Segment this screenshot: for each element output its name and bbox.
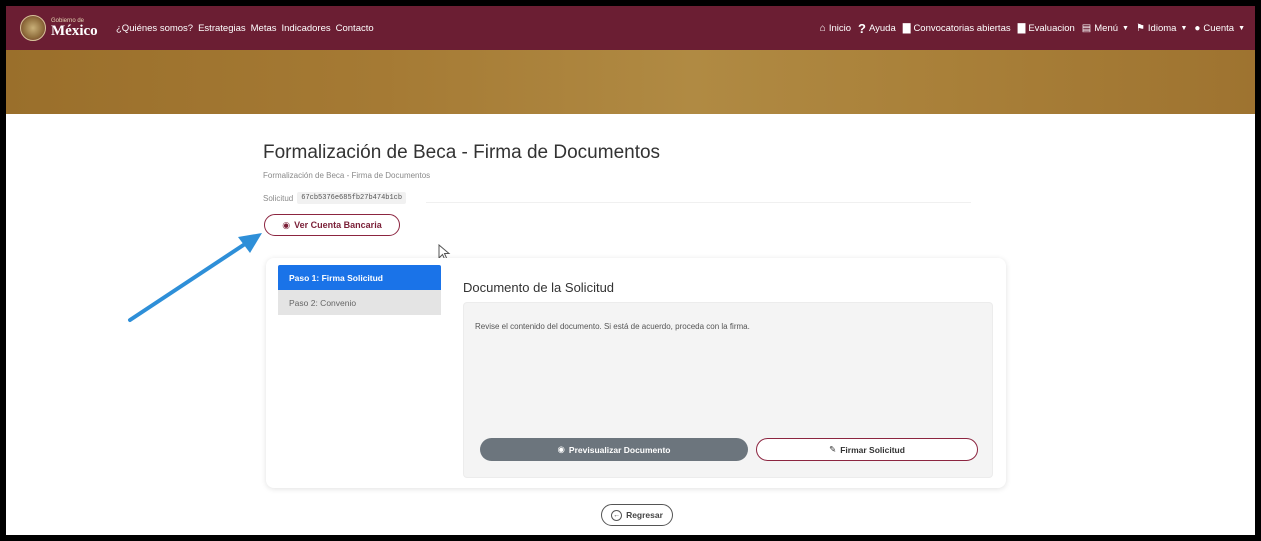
- nav-link-estrategias[interactable]: Estrategias: [198, 23, 246, 34]
- nav-ayuda[interactable]: ? Ayuda: [858, 21, 896, 36]
- gobierno-logo[interactable]: Gobierno de México: [20, 13, 110, 43]
- book-icon: ▇: [902, 22, 911, 34]
- nav-ayuda-label: Ayuda: [868, 22, 896, 34]
- logo-text: Gobierno de México: [51, 18, 98, 39]
- user-icon: ●: [1194, 22, 1201, 34]
- formalization-card: Paso 1: Firma Solicitud Paso 2: Convenio…: [266, 258, 1006, 488]
- step-firma-solicitud[interactable]: Paso 1: Firma Solicitud: [278, 265, 441, 290]
- nav-links: ¿Quiénes somos? Estrategias Metas Indica…: [116, 23, 374, 34]
- caret-down-icon: ▼: [1122, 24, 1129, 32]
- question-icon: ?: [858, 20, 866, 36]
- document-instructions: Revise el contenido del documento. Si es…: [475, 322, 750, 331]
- mexico-seal-icon: [20, 15, 46, 41]
- breadcrumb: Formalización de Beca - Firma de Documen…: [263, 171, 431, 180]
- nav-right: ⌂ Inicio ? Ayuda ▇ Convocatorias abierta…: [820, 6, 1245, 50]
- book-icon: ▇: [1017, 22, 1026, 34]
- nav-menu-label: Menú: [1094, 22, 1119, 34]
- annotation-arrow-icon: [128, 233, 262, 322]
- nav-evaluacion-label: Evaluacion: [1028, 22, 1075, 34]
- ver-cuenta-bancaria-button[interactable]: ◉ Ver Cuenta Bancaria: [264, 214, 400, 236]
- nav-link-contacto[interactable]: Contacto: [336, 23, 374, 34]
- regresar-button[interactable]: ← Regresar: [601, 504, 673, 526]
- arrow-left-circle-icon: ←: [611, 509, 623, 521]
- step-convenio[interactable]: Paso 2: Convenio: [278, 290, 441, 315]
- caret-down-icon: ▼: [1180, 24, 1188, 32]
- nav-link-quienes-somos[interactable]: ¿Quiénes somos?: [116, 23, 193, 34]
- top-navbar: Gobierno de México ¿Quiénes somos? Estra…: [6, 6, 1255, 50]
- nav-evaluacion[interactable]: ▇ Evaluacion: [1018, 23, 1075, 34]
- previsualizar-label: Previsualizar Documento: [568, 444, 671, 455]
- browser-frame: Gobierno de México ¿Quiénes somos? Estra…: [0, 0, 1261, 541]
- document-panel: Revise el contenido del documento. Si es…: [463, 302, 993, 478]
- home-icon: ⌂: [819, 22, 826, 34]
- menu-icon: ▤: [1081, 22, 1092, 34]
- nav-cuenta-label: Cuenta: [1203, 22, 1235, 34]
- logo-big-text: México: [51, 22, 98, 39]
- nav-link-metas[interactable]: Metas: [251, 23, 277, 34]
- regresar-label: Regresar: [626, 510, 663, 520]
- previsualizar-documento-button[interactable]: ◉ Previsualizar Documento: [480, 438, 748, 461]
- flag-icon: ⚑: [1135, 22, 1145, 34]
- nav-cuenta-dropdown[interactable]: ● Cuenta ▼: [1194, 23, 1245, 34]
- nav-link-indicadores[interactable]: Indicadores: [282, 23, 331, 34]
- nav-menu-dropdown[interactable]: ▤ Menú ▼: [1082, 23, 1129, 34]
- pencil-icon: ✎: [829, 444, 837, 454]
- caret-down-icon: ▼: [1238, 24, 1245, 32]
- eye-icon: ◉: [282, 219, 291, 230]
- solicitud-label: Solicitud: [263, 193, 294, 203]
- firmar-solicitud-button[interactable]: ✎ Firmar Solicitud: [756, 438, 978, 461]
- nav-inicio-label: Inicio: [828, 22, 852, 34]
- ver-cuenta-label: Ver Cuenta Bancaria: [294, 220, 382, 230]
- nav-inicio[interactable]: ⌂ Inicio: [820, 23, 851, 34]
- page-title: Formalización de Beca - Firma de Documen…: [263, 142, 661, 163]
- document-title: Documento de la Solicitud: [463, 280, 615, 295]
- header-banner: [6, 50, 1255, 114]
- nav-idioma-dropdown[interactable]: ⚑ Idioma ▼: [1136, 23, 1187, 34]
- divider: [426, 202, 971, 203]
- steps-list: Paso 1: Firma Solicitud Paso 2: Convenio: [278, 265, 441, 315]
- solicitud-info: Solicitud 67cb5376e685fb27b474b1cb: [263, 192, 407, 204]
- nav-convocatorias-label: Convocatorias abiertas: [913, 22, 1011, 34]
- solicitud-id: 67cb5376e685fb27b474b1cb: [297, 192, 407, 204]
- eye-icon: ◉: [557, 444, 565, 454]
- firmar-label: Firmar Solicitud: [840, 444, 905, 455]
- nav-idioma-label: Idioma: [1147, 22, 1177, 34]
- nav-convocatorias[interactable]: ▇ Convocatorias abiertas: [903, 23, 1011, 34]
